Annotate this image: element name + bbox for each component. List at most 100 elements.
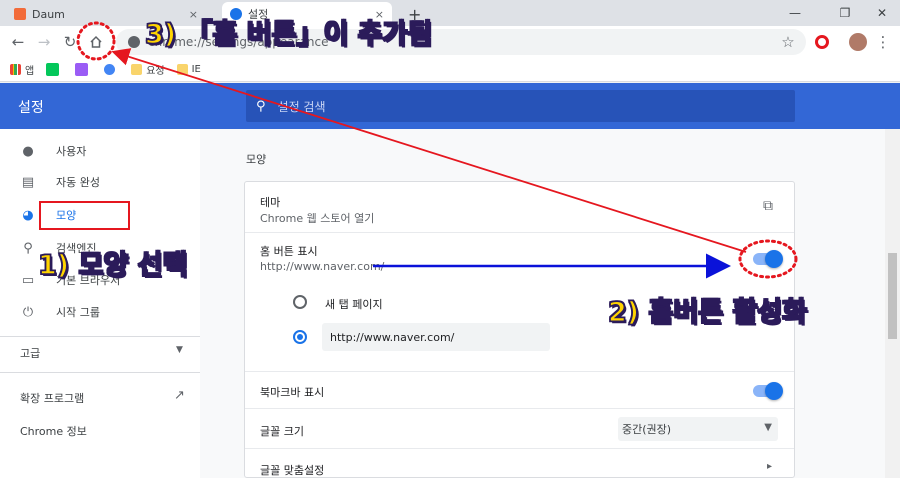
settings-main: 모양 테마 Chrome 웹 스토어 열기 ⧉ 홈 버튼 표시 http://w…	[200, 129, 900, 478]
profile-button[interactable]	[846, 30, 870, 54]
divider	[0, 336, 200, 337]
folder-icon	[131, 64, 143, 75]
browser-toolbar: ← → ↻ chrome://settings/appearance ☆ ⋮	[0, 26, 900, 58]
bookmark-daum[interactable]	[75, 63, 92, 76]
forward-button[interactable]: →	[32, 30, 56, 54]
google-g-icon	[104, 64, 116, 75]
scrollbar-thumb[interactable]	[888, 253, 897, 339]
custom-fonts-label[interactable]: 글꼴 맞춤설정	[260, 462, 324, 478]
tab-title: 설정	[248, 8, 269, 21]
radio-new-tab[interactable]	[293, 295, 307, 309]
close-icon[interactable]: ×	[189, 8, 198, 21]
radio-custom-url[interactable]	[293, 330, 307, 344]
menu-button[interactable]: ⋮	[871, 30, 895, 54]
palette-icon: ◕	[22, 207, 34, 223]
divider	[0, 372, 200, 373]
back-button[interactable]: ←	[6, 30, 30, 54]
divider	[245, 448, 794, 449]
sidebar-advanced[interactable]: 고급	[20, 345, 40, 361]
scrollbar[interactable]	[885, 129, 900, 478]
arrow-left-icon: ←	[11, 33, 25, 51]
close-icon[interactable]: ×	[375, 8, 384, 21]
toggle-knob	[765, 382, 783, 400]
home-button-label: 홈 버튼 표시	[260, 245, 318, 258]
bookmark-naver[interactable]	[46, 63, 63, 76]
appearance-card: 테마 Chrome 웹 스토어 열기 ⧉ 홈 버튼 표시 http://www.…	[244, 181, 795, 478]
search-icon: ⚲	[23, 240, 33, 256]
font-size-select[interactable]: 중간(권장) ▼	[618, 417, 778, 441]
tab-strip: Daum × 설정 × + — ❐ ✕	[0, 0, 900, 26]
font-size-value: 중간(권장)	[622, 423, 672, 436]
chevron-right-icon[interactable]: ▸	[767, 461, 772, 472]
maximize-button[interactable]: ❐	[825, 0, 865, 26]
home-button-toggle[interactable]	[753, 250, 783, 268]
tab-settings[interactable]: 설정 ×	[222, 2, 392, 26]
sidebar-item-autofill[interactable]: ▤ 자동 완성	[0, 166, 200, 198]
bookmark-star-button[interactable]: ☆	[776, 30, 800, 54]
settings-header: 설정 ⚲ 설정 검색	[0, 83, 900, 129]
person-icon: ●	[22, 143, 34, 159]
home-button[interactable]	[84, 30, 108, 54]
home-button-url: http://www.naver.com/	[260, 260, 385, 273]
gear-icon	[230, 8, 242, 20]
apps-grid-icon	[10, 64, 21, 75]
minimize-button[interactable]: —	[775, 0, 815, 26]
clipboard-icon: ▤	[21, 174, 35, 190]
star-icon: ☆	[781, 33, 795, 51]
folder-icon	[176, 64, 188, 75]
search-placeholder: 설정 검색	[277, 99, 326, 114]
address-text: chrome://settings/appearance	[148, 35, 329, 49]
theme-label: 테마	[260, 196, 281, 209]
divider	[245, 408, 794, 409]
bookmark-folder-ie[interactable]: IE	[176, 64, 201, 75]
bookmark-folder-request[interactable]: 요청	[131, 62, 165, 77]
dropdown-arrow-icon: ▼	[764, 422, 772, 433]
divider	[245, 371, 794, 372]
naver-n-icon	[46, 63, 60, 76]
radio-new-tab-label: 새 탭 페이지	[325, 298, 383, 311]
more-vert-icon: ⋮	[875, 33, 891, 51]
tab-title: Daum	[32, 7, 65, 21]
chevron-down-icon[interactable]: ▼	[176, 345, 183, 355]
arrow-right-icon: →	[37, 33, 51, 51]
bookmark-bar-label: 북마크바 표시	[260, 386, 325, 399]
bookmark-apps[interactable]: 앱	[10, 62, 34, 77]
daum-d-icon	[75, 63, 89, 76]
divider	[245, 232, 794, 233]
power-icon: ⏻	[22, 304, 34, 320]
sidebar-about-chrome[interactable]: Chrome 정보	[20, 423, 87, 439]
open-in-new-icon[interactable]: ⧉	[763, 198, 773, 214]
extension-button[interactable]	[810, 30, 834, 54]
toggle-knob	[765, 250, 783, 268]
reload-icon: ↻	[63, 33, 77, 51]
bookmark-bar-toggle[interactable]	[753, 382, 783, 400]
sidebar-item-appearance[interactable]: ◕ 모양	[0, 199, 200, 231]
open-in-new-icon[interactable]: ↗	[174, 388, 185, 403]
sidebar-item-people[interactable]: ● 사용자	[0, 135, 200, 167]
settings-sidebar: ● 사용자 ▤ 자동 완성 ◕ 모양 ⚲ 검색엔진 ▭ 기본 브라우저 ⏻ 시작…	[0, 129, 200, 478]
new-tab-button[interactable]: +	[400, 2, 429, 26]
sidebar-item-default-browser[interactable]: ▭ 기본 브라우저	[0, 264, 200, 296]
browser-icon: ▭	[21, 272, 35, 288]
bookmark-google[interactable]	[104, 64, 119, 75]
reload-button[interactable]: ↻	[58, 30, 82, 54]
daum-favicon-icon	[14, 8, 26, 20]
sidebar-item-on-startup[interactable]: ⏻ 시작 그룹	[0, 296, 200, 328]
close-window-button[interactable]: ✕	[862, 0, 900, 26]
sidebar-item-search-engine[interactable]: ⚲ 검색엔진	[0, 232, 200, 264]
bookmarks-bar: 앱 요청 IE	[0, 58, 900, 82]
theme-sublabel[interactable]: Chrome 웹 스토어 열기	[260, 210, 374, 226]
font-size-label: 글꼴 크기	[260, 425, 304, 438]
home-url-input[interactable]: http://www.naver.com/	[322, 323, 550, 351]
address-bar[interactable]: chrome://settings/appearance	[116, 29, 806, 55]
section-title: 모양	[246, 153, 267, 166]
tab-daum[interactable]: Daum ×	[6, 2, 206, 26]
settings-search-input[interactable]: ⚲ 설정 검색	[246, 90, 795, 122]
home-icon	[90, 35, 102, 48]
search-icon: ⚲	[256, 98, 266, 114]
chrome-icon	[128, 36, 140, 48]
extension-red-icon	[815, 35, 829, 49]
sidebar-extensions[interactable]: 확장 프로그램	[20, 390, 84, 406]
avatar	[849, 33, 867, 51]
page-title: 설정	[18, 100, 44, 116]
